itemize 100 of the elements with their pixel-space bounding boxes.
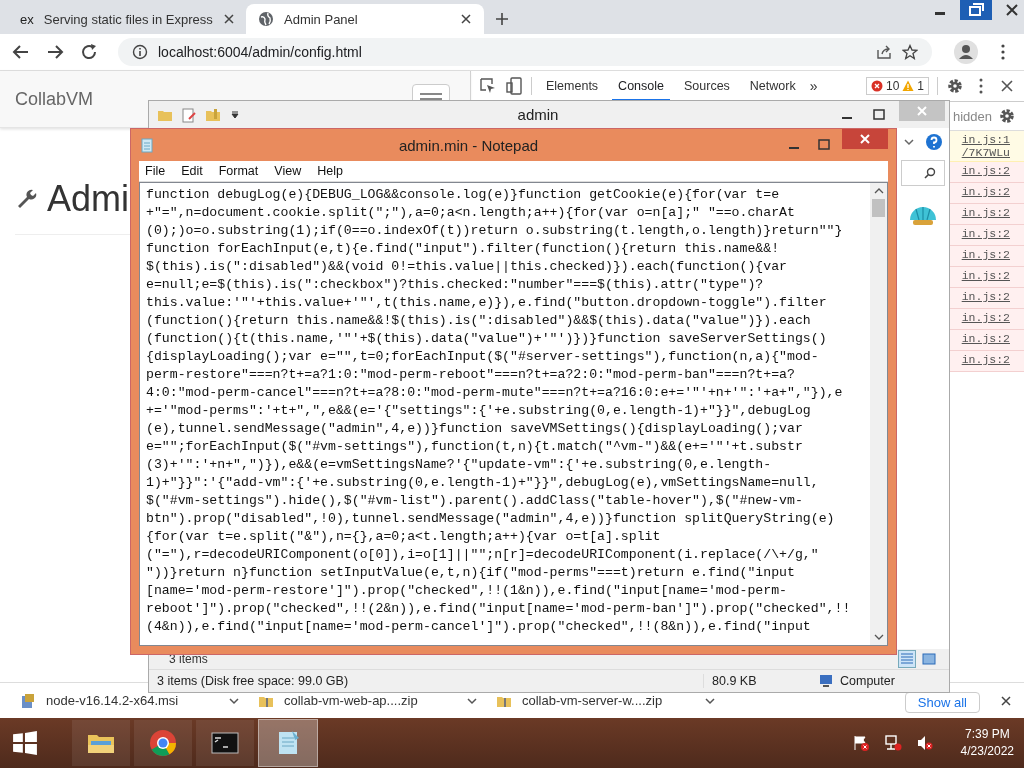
scrollbar[interactable] [870, 183, 887, 645]
search-field[interactable] [901, 160, 945, 186]
caret-icon[interactable] [229, 108, 241, 121]
code-line: (4&n)),e.find("input[name='mod-perm-cancel']").prop("checked",!!(8&n)),e.find("input [146, 618, 812, 636]
source-link[interactable]: in.js:2 [961, 227, 1016, 240]
code-line: {for(var t=e.split("&"),n={},a=0;a<t.length;a++){var o=t[a].split [146, 528, 662, 546]
source-link[interactable]: in.js:2 [961, 248, 1016, 261]
close-icon[interactable] [460, 13, 472, 25]
source-link[interactable]: in.js:2 [961, 353, 1016, 366]
source-link[interactable]: in.js:2 [961, 164, 1016, 177]
network-icon[interactable] [883, 734, 902, 752]
taskbar-button[interactable] [196, 720, 254, 766]
code-line: +"=",n=document.cookie.split(";"),a=0;a<n.length;a++){for(var o=n[a];" "==o.charAt [146, 204, 796, 222]
menu-item[interactable]: Edit [181, 164, 203, 178]
reload-icon[interactable] [80, 43, 98, 61]
source-link[interactable]: in.js:1 [961, 133, 1016, 146]
code-line: (0);)o=o.substring(1);if(0==o.indexOf(t))return o.substring(t.length,o.length)}return""} [146, 222, 844, 240]
devtools-tab[interactable]: Network [743, 71, 802, 101]
download-item[interactable]: collab-vm-web-ap....zip [258, 692, 488, 709]
chrome-icon [147, 727, 179, 759]
code-line: function forEachInput(e,t){e.find("input").filter(function(){return this.name&&! [146, 240, 781, 258]
issues-counter[interactable]: 10 1 [865, 77, 929, 95]
clock-date[interactable]: 4/23/2022 [960, 743, 1014, 760]
brand-name[interactable]: CollabVM [15, 88, 94, 110]
device-icon[interactable] [505, 77, 523, 95]
scroll-thumb[interactable] [872, 199, 885, 217]
computer-icon [818, 673, 834, 689]
source-link[interactable]: in.js:2 [961, 206, 1016, 219]
info-icon [132, 44, 148, 60]
installer-icon [20, 692, 36, 709]
clock-time[interactable]: 7:39 PM [964, 726, 1010, 743]
code-line: perm-restore"===n?t+=a?1:0:"mod-perm-reboot"===n?t+=a?2:0:"mod-perm-ban"===n?t+=a? [146, 366, 796, 384]
source-link[interactable]: in.js:2 [961, 290, 1016, 303]
source-link[interactable]: in.js:2 [961, 332, 1016, 345]
settings-icon[interactable] [998, 107, 1016, 125]
error-count: 10 [885, 79, 900, 93]
download-item[interactable]: node-v16.14.2-x64.msi [20, 692, 250, 709]
code-line: e="";forEachInput($("#vm-settings"),function(t,n){t.match("^vm-")&&(e+='"'+t.substr [146, 438, 804, 456]
taskbar-button[interactable] [134, 720, 192, 766]
menu-item[interactable]: Help [317, 164, 343, 178]
location-text: Computer [840, 674, 895, 688]
notepad-icon [139, 137, 155, 153]
search-icon [924, 167, 936, 179]
menu-item[interactable]: File [145, 164, 166, 178]
star-icon[interactable] [902, 44, 918, 60]
chevron-icon[interactable] [903, 136, 915, 148]
status-text: 3 items (Disk free space: 99.0 GB) [156, 674, 350, 688]
code-line: 4:0:"mod-perm-cancel"===n?t+=a?8:0:"mod-perm-mute"===n?t+=a?16:0:e+='"'+n+'":'+a+","}),e [146, 384, 844, 402]
page-heading: Admi [47, 178, 130, 220]
flag-icon[interactable] [851, 734, 870, 752]
devtools-tab[interactable]: Elements [540, 71, 605, 101]
browser-tab[interactable]: Admin Panel [246, 4, 484, 34]
inspect-icon[interactable] [479, 77, 497, 95]
globe-icon [258, 11, 274, 27]
taskbar-button[interactable] [258, 719, 318, 767]
code-line: reboot']").prop("checked",!!(2&n)),e.find("input[name='mod-perm-ban']").prop("checked",!! [146, 600, 852, 618]
source-link[interactable]: in.js:2 [961, 311, 1016, 324]
taskbar-button[interactable] [72, 720, 130, 766]
source-link[interactable]: in.js:2 [961, 269, 1016, 282]
large-icons-view-icon[interactable] [921, 651, 937, 667]
source-link[interactable]: in.js:2 [961, 185, 1016, 198]
error-icon [870, 80, 883, 92]
code-line: (e),tunnel.sendMessage("admin",4,e))}function saveVMSettings(){displayLoading();var [146, 420, 804, 438]
code-line: +='"mod-perms":'+t+",",e&&(e='{"settings":{'+e.substring(0,e.length-1)+"}}",debugLog [146, 402, 812, 420]
windows-logo-icon[interactable] [12, 730, 38, 756]
restore-icon[interactable] [960, 0, 992, 20]
code-line: this.value:'"'+this.value+'"',t(this.name,e)}),e.find("button.dropdown-toggle").filter [146, 294, 828, 312]
window-title: admin.min - Notepad [397, 136, 540, 154]
code-line: "))}return n}function setInputValue(e,t,n){if("mod-perms"===t)return e.find("input [146, 564, 796, 582]
code-line: (function(){return this.name&&!$(this).is(":disabled")&&$(this).data("value")}).each [146, 312, 812, 330]
address-bar[interactable]: localhost:6004/admin/config.html [118, 38, 932, 66]
properties-icon[interactable] [181, 106, 197, 123]
close-icon[interactable] [222, 13, 235, 25]
download-item[interactable]: collab-vm-server-w....zip [496, 692, 726, 709]
share-icon[interactable] [876, 44, 892, 60]
muted-speaker-icon[interactable] [915, 734, 934, 752]
help-icon[interactable] [925, 133, 943, 151]
code-line: (function(){t(this.name,'"'+$(this).data("value")+'"')})}function saveServerSettings() [146, 330, 828, 348]
more-tabs-button[interactable]: » [809, 78, 818, 94]
new-tab-icon[interactable] [494, 11, 510, 27]
close-icon[interactable] [1000, 694, 1012, 707]
code-line: 1)+"}}":'{"add-vm":{'+e.substring(0,e.length-1)+"}}",debugLog(e),vmSettingsName=null, [146, 474, 820, 492]
forward-arrow-icon[interactable] [46, 43, 64, 61]
menu-item[interactable]: Format [218, 164, 259, 178]
source-link[interactable]: /7K7WLu [961, 146, 1016, 159]
code-line: e=null;e=$(this).is(":checkbox")?this.checked:"number"===$(this).attr("type")? [146, 276, 765, 294]
devtools-tab[interactable]: Sources [678, 71, 736, 101]
profile-icon[interactable] [954, 40, 978, 64]
back-arrow-icon[interactable] [12, 43, 30, 61]
code-line: {displayLoading();var e="",t=0;forEachInput($("#server-settings"),function(n,a){"mod- [146, 348, 820, 366]
warning-count: 1 [917, 79, 924, 93]
code-line: function debugLog(e){DEBUG_LOG&&console.log(e)}function getCookie(e){for(var t=e [146, 186, 781, 204]
code-line: (3)+'":'+n+",")}),e&&(e=vmSettingsName?'{"update-vm":{'+e.substring(0,e.length- [146, 456, 773, 474]
code-line: [name='mod-perm-restore']").prop("checked",!!(1&n)),e.find("input[name='mod-perm- [146, 582, 789, 600]
favicon-text: ex [20, 11, 34, 27]
browser-tab[interactable]: ex Serving static files in Express [8, 4, 246, 34]
menu-item[interactable]: View [274, 164, 302, 178]
code-line: $("#vm-settings").hide(),$("#vm-list").parent().addClass("table-hover"),$("#new-vm- [146, 492, 804, 510]
show-all-button[interactable]: Show all [904, 692, 980, 713]
settings-icon[interactable] [946, 77, 964, 95]
